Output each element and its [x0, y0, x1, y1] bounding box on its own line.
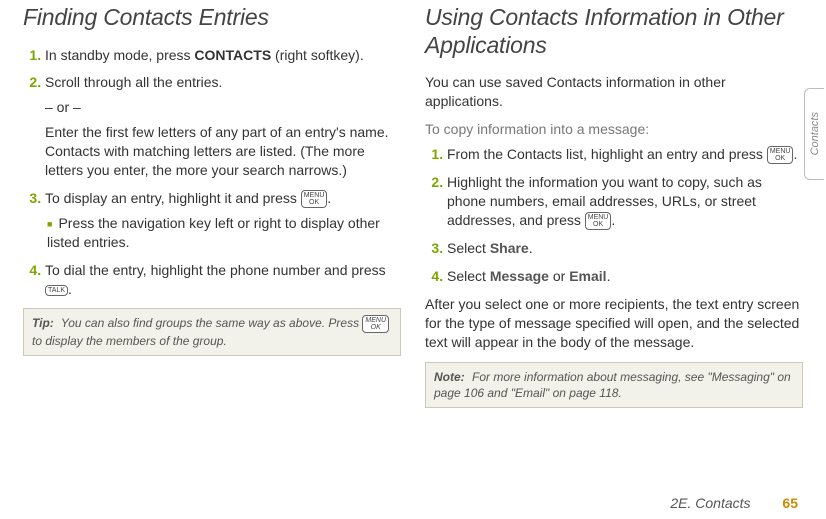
- right-step-3: Select Share.: [447, 239, 803, 258]
- text: Scroll through all the entries.: [45, 74, 222, 90]
- or-divider: – or –: [45, 98, 401, 117]
- talk-key-icon: TALK: [45, 285, 68, 296]
- text: In standby mode, press: [45, 47, 194, 63]
- footer-chapter: 2E. Contacts: [670, 495, 750, 511]
- right-steps: From the Contacts list, highlight an ent…: [425, 145, 803, 286]
- left-step-2: Scroll through all the entries. – or – E…: [45, 73, 401, 179]
- left-steps: In standby mode, press CONTACTS (right s…: [23, 46, 401, 299]
- menu-ok-key-icon: MENUOK: [301, 190, 328, 208]
- right-step-4: Select Message or Email.: [447, 267, 803, 286]
- text: To display an entry, highlight it and pr…: [45, 190, 301, 206]
- menu-ok-key-icon: MENUOK: [767, 146, 794, 164]
- menu-ok-key-icon: MENUOK: [362, 315, 389, 333]
- text: Select: [447, 268, 490, 284]
- note-box: Note: For more information about messagi…: [425, 362, 803, 408]
- right-step-1: From the Contacts list, highlight an ent…: [447, 145, 803, 164]
- text: .: [607, 268, 611, 284]
- left-step-4: To dial the entry, highlight the phone n…: [45, 261, 401, 299]
- softkey-contacts: CONTACTS: [194, 47, 271, 63]
- tip-label: Tip:: [32, 316, 54, 330]
- note-label: Note:: [434, 370, 465, 384]
- text: or: [549, 268, 569, 284]
- left-column: Finding Contacts Entries In standby mode…: [23, 4, 401, 408]
- right-subhead: To copy information into a message:: [425, 121, 803, 137]
- page-footer: 2E. Contacts 65: [670, 495, 798, 511]
- right-intro: You can use saved Contacts information i…: [425, 73, 803, 111]
- tip-text: You can also find groups the same way as…: [61, 316, 363, 330]
- left-step-3: To display an entry, highlight it and pr…: [45, 189, 401, 252]
- text: .: [68, 281, 72, 297]
- email-label: Email: [569, 268, 606, 284]
- text: (right softkey).: [271, 47, 364, 63]
- left-step-1: In standby mode, press CONTACTS (right s…: [45, 46, 401, 65]
- sub-bullet: Press the navigation key left or right t…: [47, 214, 401, 252]
- menu-ok-key-icon: MENUOK: [585, 212, 612, 230]
- step-sub: Enter the first few letters of any part …: [45, 123, 401, 180]
- note-text: For more information about messaging, se…: [434, 370, 791, 400]
- footer-pagenum: 65: [782, 495, 798, 511]
- right-step-2: Highlight the information you want to co…: [447, 173, 803, 230]
- text: .: [327, 190, 331, 206]
- side-tab: Contacts: [804, 88, 824, 180]
- text: .: [529, 240, 533, 256]
- share-label: Share: [490, 240, 529, 256]
- right-title: Using Contacts Information in Other Appl…: [425, 4, 803, 59]
- text: Select: [447, 240, 490, 256]
- text: .: [793, 146, 797, 162]
- text: .: [611, 212, 615, 228]
- side-tab-label: Contacts: [809, 112, 821, 155]
- text: From the Contacts list, highlight an ent…: [447, 146, 767, 162]
- sub-bullet-list: Press the navigation key left or right t…: [45, 214, 401, 252]
- message-label: Message: [490, 268, 549, 284]
- left-title: Finding Contacts Entries: [23, 4, 401, 32]
- right-column: Using Contacts Information in Other Appl…: [425, 4, 803, 408]
- tip-text: to display the members of the group.: [32, 334, 227, 348]
- tip-box: Tip: You can also find groups the same w…: [23, 308, 401, 356]
- right-after: After you select one or more recipients,…: [425, 295, 803, 352]
- text: To dial the entry, highlight the phone n…: [45, 262, 386, 278]
